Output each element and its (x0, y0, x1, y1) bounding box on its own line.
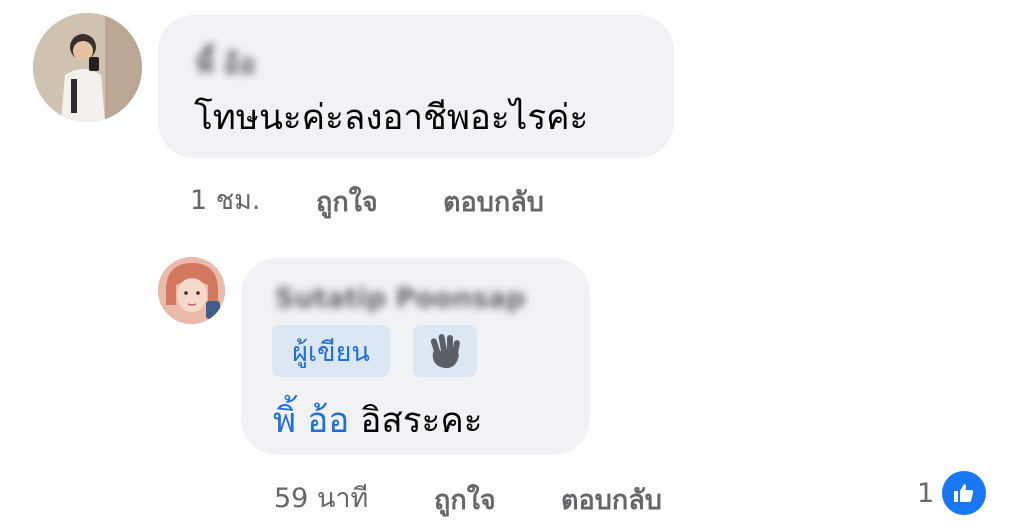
author-badge-label: ผู้เขียน (292, 336, 370, 368)
person-photo-icon (33, 13, 142, 122)
thumbs-up-icon (942, 471, 987, 515)
commenter-avatar[interactable] (33, 13, 142, 122)
reaction-summary[interactable]: 1 (917, 471, 987, 515)
reply-text: พิ้ อ้อ อิสระคะ (273, 393, 483, 448)
replier-avatar[interactable] (158, 257, 225, 324)
comment-author-name[interactable]: พี้ อ้อ (196, 42, 256, 85)
comment-text: โทษนะค่ะลงอาชีพอะไรค่ะ (194, 98, 589, 138)
comment-bubble: พี้ อ้อ โทษนะค่ะลงอาชีพอะไรค่ะ (158, 15, 674, 158)
wave-badge[interactable] (413, 325, 477, 377)
reply-author-name[interactable]: Sutatip Poonsap (275, 283, 525, 314)
comment-like-button[interactable]: ถูกใจ (316, 180, 378, 223)
comment-timestamp[interactable]: 1 ชม. (190, 178, 260, 221)
comment-reply-button[interactable]: ตอบกลับ (443, 180, 544, 223)
author-badge: ผู้เขียน (272, 325, 390, 377)
reply-timestamp[interactable]: 59 นาที (274, 476, 368, 519)
waving-hand-icon (430, 334, 460, 369)
reply-text-body: อิสระคะ (349, 401, 483, 441)
reply-reply-button[interactable]: ตอบกลับ (561, 478, 662, 521)
person-photo-icon (158, 257, 225, 324)
mention-link[interactable]: พิ้ อ้อ (273, 401, 349, 441)
comment-thread: พี้ อ้อ โทษนะค่ะลงอาชีพอะไรค่ะ 1 ชม. ถูก… (0, 0, 1024, 528)
reply-like-button[interactable]: ถูกใจ (434, 478, 496, 521)
reply-bubble: Sutatip Poonsap ผู้เขียน พิ้ อ้อ อิสระคะ (241, 258, 590, 455)
reaction-count: 1 (917, 477, 935, 509)
